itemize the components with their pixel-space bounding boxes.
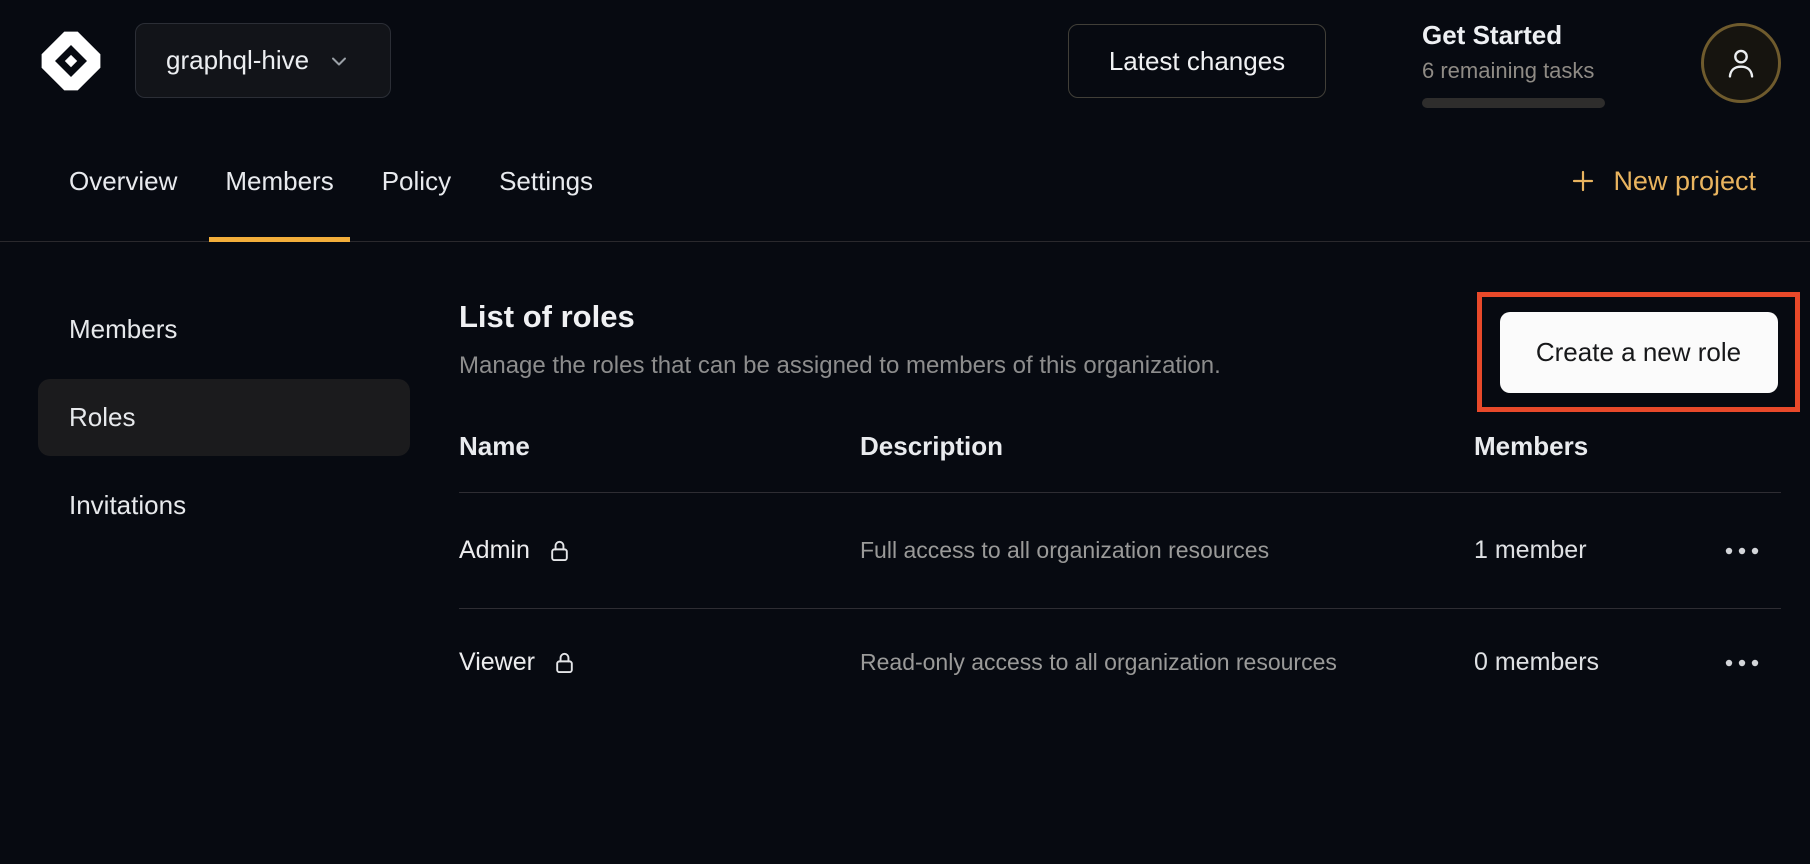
hive-logo xyxy=(38,28,104,94)
role-description: Full access to all organization resource… xyxy=(860,533,1375,568)
get-started-progress-bar xyxy=(1422,98,1605,108)
tab-policy[interactable]: Policy xyxy=(366,121,467,241)
tab-label: Overview xyxy=(69,166,177,197)
tab-label: Members xyxy=(225,166,333,197)
table-row: Admin Full access to all organization re… xyxy=(459,493,1781,609)
new-project-label: New project xyxy=(1613,166,1756,197)
tab-overview[interactable]: Overview xyxy=(53,121,193,241)
ellipsis-icon xyxy=(1724,546,1762,556)
lock-icon xyxy=(551,649,578,676)
new-project-link[interactable]: New project xyxy=(1569,166,1756,197)
create-new-role-button[interactable]: Create a new role xyxy=(1500,312,1778,393)
sidebar-item-members[interactable]: Members xyxy=(38,291,410,368)
role-member-count: 1 member xyxy=(1474,536,1705,565)
column-header-description: Description xyxy=(860,431,1474,462)
chevron-down-icon xyxy=(327,49,351,73)
user-icon xyxy=(1722,44,1760,82)
role-name: Admin xyxy=(459,536,530,565)
tab-label: Policy xyxy=(382,166,451,197)
row-menu-button[interactable] xyxy=(1705,652,1781,674)
tab-label: Settings xyxy=(499,166,593,197)
role-description: Read-only access to all organization res… xyxy=(860,645,1375,680)
table-row: Viewer Read-only access to all organizat… xyxy=(459,609,1781,716)
tab-members[interactable]: Members xyxy=(209,121,349,241)
role-name: Viewer xyxy=(459,648,535,677)
org-name: graphql-hive xyxy=(166,45,309,76)
get-started-title: Get Started xyxy=(1422,20,1622,51)
lock-icon xyxy=(546,537,573,564)
ellipsis-icon xyxy=(1724,658,1762,668)
top-header: graphql-hive Latest changes Get Started … xyxy=(0,0,1810,121)
org-switcher-button[interactable]: graphql-hive xyxy=(135,23,391,98)
roles-table: Name Description Members Admin Full acce… xyxy=(459,381,1781,716)
sidebar-item-roles[interactable]: Roles xyxy=(38,379,410,456)
org-tabbar: Overview Members Policy Settings New pro… xyxy=(0,121,1810,242)
annotation-highlight-box: Create a new role xyxy=(1477,292,1800,412)
get-started-remaining-tasks: 6 remaining tasks xyxy=(1422,58,1622,84)
row-menu-button[interactable] xyxy=(1705,540,1781,562)
sidebar-item-invitations[interactable]: Invitations xyxy=(38,467,410,544)
role-member-count: 0 members xyxy=(1474,648,1705,677)
column-header-name: Name xyxy=(459,431,860,462)
latest-changes-button[interactable]: Latest changes xyxy=(1068,24,1326,98)
tab-settings[interactable]: Settings xyxy=(483,121,609,241)
roles-panel: List of roles Manage the roles that can … xyxy=(459,242,1781,716)
plus-icon xyxy=(1569,167,1597,195)
user-avatar-button[interactable] xyxy=(1701,23,1781,103)
members-section-sidebar: Members Roles Invitations xyxy=(38,291,410,555)
column-header-members: Members xyxy=(1474,431,1705,462)
get-started-widget[interactable]: Get Started 6 remaining tasks xyxy=(1422,20,1622,108)
